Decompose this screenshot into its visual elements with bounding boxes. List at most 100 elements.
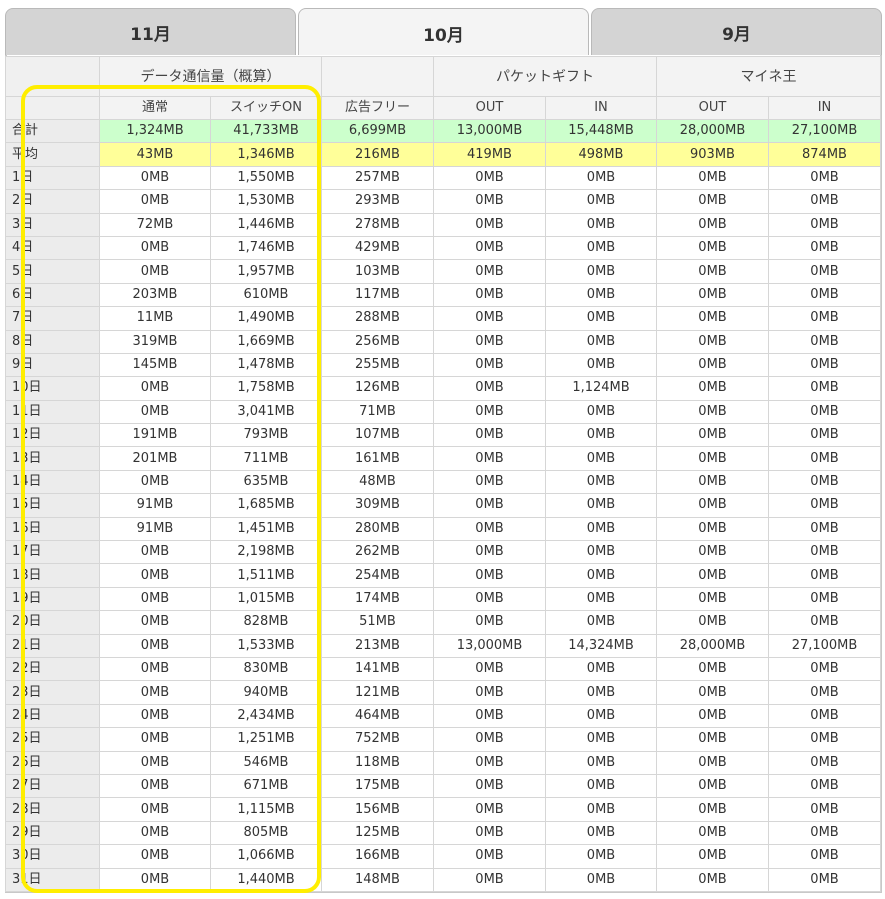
cell: 0MB [656, 516, 769, 542]
row-label: 31日 [5, 867, 100, 892]
cell: 0MB [656, 306, 769, 331]
cell: 1,115MB [210, 797, 322, 822]
cell: 0MB [656, 469, 769, 495]
table-row: 22日 0MB 830MB 141MB 0MB 0MB 0MB 0MB [5, 656, 881, 682]
cell: 0MB [433, 189, 546, 214]
cell: 0MB [99, 586, 211, 612]
cell: 0MB [545, 563, 657, 588]
cell: 0MB [545, 306, 657, 331]
cell: 1,451MB [210, 516, 322, 542]
cell: 0MB [768, 610, 881, 635]
cell: 1,669MB [210, 329, 322, 354]
cell: 1,550MB [210, 165, 322, 191]
cell: 0MB [656, 703, 769, 729]
tab-october[interactable]: 10月 [298, 8, 589, 58]
cell: 0MB [433, 656, 546, 682]
corner-cell-2 [5, 96, 100, 120]
cell: 118MB [321, 750, 434, 775]
cell: 0MB [768, 750, 881, 775]
usage-table: データ通信量（概算） パケットギフト マイネ王 通常 スイッチON 広告フリー … [5, 56, 881, 892]
cell: 0MB [433, 563, 546, 588]
cell: 0MB [545, 797, 657, 822]
tab-november[interactable]: 11月 [5, 8, 296, 56]
cell: 0MB [656, 446, 769, 471]
cell: 635MB [210, 469, 322, 495]
table-row: 17日 0MB 2,198MB 262MB 0MB 0MB 0MB 0MB [5, 540, 881, 565]
cell: 0MB [99, 773, 211, 799]
cell: 0MB [768, 235, 881, 261]
cell: 14,324MB [545, 633, 657, 658]
cell: 903MB [656, 142, 769, 167]
row-label: 30日 [5, 844, 100, 869]
cell: 27,100MB [768, 118, 881, 144]
row-label: 6日 [5, 282, 100, 308]
table-row: 10日 0MB 1,758MB 126MB 0MB 1,124MB 0MB 0MB [5, 376, 881, 401]
cell: 940MB [210, 680, 322, 705]
cell: 0MB [545, 656, 657, 682]
cell: 278MB [321, 212, 434, 237]
row-label: 3日 [5, 212, 100, 237]
table-row: 15日 91MB 1,685MB 309MB 0MB 0MB 0MB 0MB [5, 493, 881, 518]
cell: 0MB [545, 212, 657, 237]
cell: 0MB [99, 680, 211, 705]
table-row: 24日 0MB 2,434MB 464MB 0MB 0MB 0MB 0MB [5, 703, 881, 729]
cell: 0MB [656, 563, 769, 588]
cell: 156MB [321, 797, 434, 822]
cell: 293MB [321, 189, 434, 214]
cell: 0MB [433, 516, 546, 542]
cell: 429MB [321, 235, 434, 261]
cell: 0MB [433, 469, 546, 495]
cell: 126MB [321, 376, 434, 401]
cell: 0MB [656, 867, 769, 892]
cell: 0MB [99, 750, 211, 775]
cell: 0MB [545, 727, 657, 752]
cell: 0MB [433, 540, 546, 565]
cell: 125MB [321, 820, 434, 846]
cell: 0MB [433, 610, 546, 635]
cell: 0MB [433, 165, 546, 191]
cell: 0MB [433, 703, 546, 729]
table-row: 21日 0MB 1,533MB 213MB 13,000MB 14,324MB 28,000… [5, 633, 881, 658]
cell: 0MB [545, 680, 657, 705]
cell: 0MB [545, 516, 657, 542]
group-data-usage: データ通信量（概算） [99, 56, 322, 97]
cell: 0MB [545, 750, 657, 775]
cell: 0MB [99, 727, 211, 752]
cell: 41,733MB [210, 118, 322, 144]
cell: 0MB [433, 282, 546, 308]
cell: 828MB [210, 610, 322, 635]
cell: 191MB [99, 423, 211, 448]
cell: 2,198MB [210, 540, 322, 565]
cell: 0MB [656, 820, 769, 846]
cell: 0MB [433, 376, 546, 401]
cell: 0MB [433, 844, 546, 869]
cell: 0MB [656, 750, 769, 775]
cell: 0MB [433, 750, 546, 775]
cell: 0MB [656, 352, 769, 378]
table-row: 18日 0MB 1,511MB 254MB 0MB 0MB 0MB 0MB [5, 563, 881, 588]
table-row: 16日 91MB 1,451MB 280MB 0MB 0MB 0MB 0MB [5, 516, 881, 542]
cell: 0MB [99, 844, 211, 869]
row-label: 25日 [5, 727, 100, 752]
row-label: 23日 [5, 680, 100, 705]
cell: 1,015MB [210, 586, 322, 612]
row-label: 21日 [5, 633, 100, 658]
cell: 1,685MB [210, 493, 322, 518]
col-gift-out: OUT [433, 96, 546, 120]
cell: 0MB [656, 586, 769, 612]
cell: 0MB [433, 680, 546, 705]
cell: 1,957MB [210, 259, 322, 284]
total-row: 合計 1,324MB 41,733MB 6,699MB 13,000MB 15,… [5, 118, 881, 144]
cell: 0MB [656, 423, 769, 448]
cell: 1,446MB [210, 212, 322, 237]
tab-september[interactable]: 9月 [591, 8, 882, 56]
cell: 0MB [433, 797, 546, 822]
group-packet-gift: パケットギフト [433, 56, 657, 97]
cell: 175MB [321, 773, 434, 799]
cell: 257MB [321, 165, 434, 191]
col-maineo-in: IN [768, 96, 881, 120]
cell: 0MB [433, 235, 546, 261]
row-label: 7日 [5, 306, 100, 331]
group-maineo: マイネ王 [656, 56, 881, 97]
table-row: 1日 0MB 1,550MB 257MB 0MB 0MB 0MB 0MB [5, 165, 881, 191]
